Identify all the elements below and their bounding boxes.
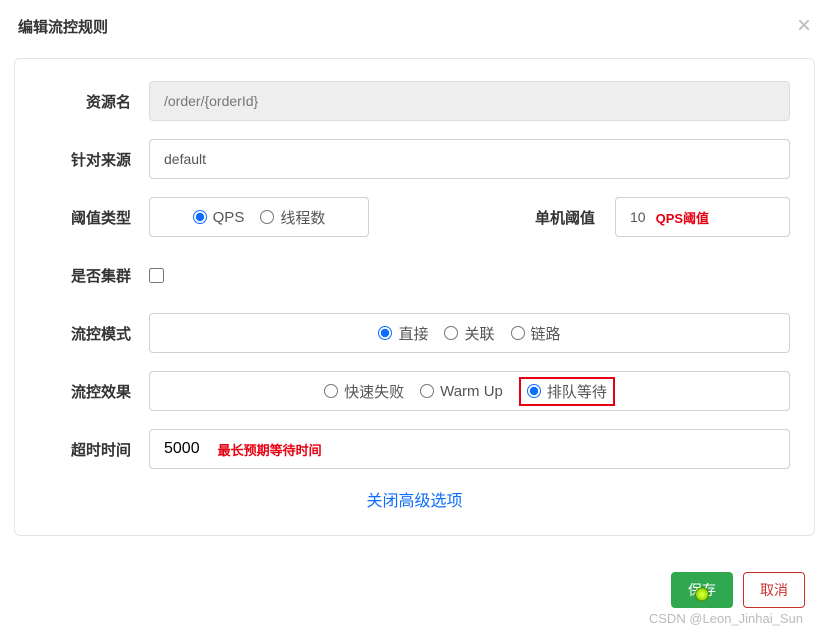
threshold-input[interactable]: 10 QPS阈值 [615, 197, 790, 237]
threshold-value: 10 [630, 209, 646, 225]
form-panel: 资源名 /order/{orderId} 针对来源 default 阈值类型 Q… [14, 58, 815, 536]
label-mode: 流控模式 [39, 323, 149, 344]
source-value: default [164, 151, 206, 167]
row-threshold: 阈值类型 QPS 线程数 单机阈值 10 QPS阈值 [39, 197, 790, 237]
row-cluster: 是否集群 [39, 255, 790, 295]
dialog-actions: 保存 取消 [671, 572, 805, 608]
save-button[interactable]: 保存 [671, 572, 733, 608]
radio-mode-direct-input[interactable] [378, 326, 392, 340]
resource-value: /order/{orderId} [164, 93, 258, 109]
resource-input: /order/{orderId} [149, 81, 790, 121]
radio-qps-input[interactable] [193, 210, 207, 224]
threshold-type-group: QPS 线程数 [149, 197, 369, 237]
radio-qps-label: QPS [213, 209, 245, 226]
radio-mode-relate-input[interactable] [444, 326, 458, 340]
timeout-value: 5000 [164, 440, 200, 458]
label-resource: 资源名 [39, 91, 149, 112]
row-mode: 流控模式 直接 关联 链路 [39, 313, 790, 353]
radio-effect-fail[interactable]: 快速失败 [324, 381, 404, 402]
advanced-toggle-link[interactable]: 关闭高级选项 [366, 487, 462, 511]
label-timeout: 超时时间 [39, 439, 149, 460]
radio-effect-queue-label: 排队等待 [547, 381, 607, 402]
label-cluster: 是否集群 [39, 265, 149, 286]
label-source: 针对来源 [39, 149, 149, 170]
radio-mode-chain-input[interactable] [511, 326, 525, 340]
radio-effect-fail-input[interactable] [324, 384, 338, 398]
highlight-queue-wait: 排队等待 [519, 377, 615, 406]
source-input[interactable]: default [149, 139, 790, 179]
label-single-threshold: 单机阈值 [535, 207, 595, 228]
cursor-icon [695, 588, 709, 602]
threshold-annotation: QPS阈值 [656, 208, 709, 227]
radio-threads-label: 线程数 [280, 207, 325, 228]
cancel-button-label: 取消 [760, 580, 788, 600]
timeout-annotation: 最长预期等待时间 [218, 440, 322, 459]
radio-effect-fail-label: 快速失败 [344, 381, 404, 402]
close-icon[interactable]: × [797, 12, 811, 40]
radio-mode-direct[interactable]: 直接 [378, 323, 428, 344]
radio-mode-relate-label: 关联 [464, 323, 494, 344]
row-timeout: 超时时间 5000 最长预期等待时间 [39, 429, 790, 469]
watermark: CSDN @Leon_Jinhai_Sun [649, 611, 803, 626]
dialog-header: 编辑流控规则 × [0, 0, 829, 52]
radio-mode-direct-label: 直接 [398, 323, 428, 344]
radio-qps[interactable]: QPS [193, 209, 245, 226]
radio-mode-chain[interactable]: 链路 [511, 323, 561, 344]
row-resource: 资源名 /order/{orderId} [39, 81, 790, 121]
radio-effect-warmup[interactable]: Warm Up [420, 383, 503, 400]
mode-group: 直接 关联 链路 [149, 313, 790, 353]
radio-threads-input[interactable] [260, 210, 274, 224]
label-effect: 流控效果 [39, 381, 149, 402]
radio-effect-queue[interactable]: 排队等待 [527, 381, 607, 402]
radio-mode-chain-label: 链路 [531, 323, 561, 344]
radio-mode-relate[interactable]: 关联 [444, 323, 494, 344]
timeout-input[interactable]: 5000 最长预期等待时间 [149, 429, 790, 469]
radio-effect-warmup-input[interactable] [420, 384, 434, 398]
radio-threads[interactable]: 线程数 [260, 207, 325, 228]
row-effect: 流控效果 快速失败 Warm Up 排队等待 [39, 371, 790, 411]
row-source: 针对来源 default [39, 139, 790, 179]
radio-effect-queue-input[interactable] [527, 384, 541, 398]
label-threshold-type: 阈值类型 [39, 207, 149, 228]
dialog-title: 编辑流控规则 [18, 16, 108, 37]
cancel-button[interactable]: 取消 [743, 572, 805, 608]
radio-effect-warmup-label: Warm Up [440, 383, 503, 400]
cluster-checkbox[interactable] [149, 268, 164, 283]
effect-group: 快速失败 Warm Up 排队等待 [149, 371, 790, 411]
advanced-row: 关闭高级选项 [39, 487, 790, 511]
